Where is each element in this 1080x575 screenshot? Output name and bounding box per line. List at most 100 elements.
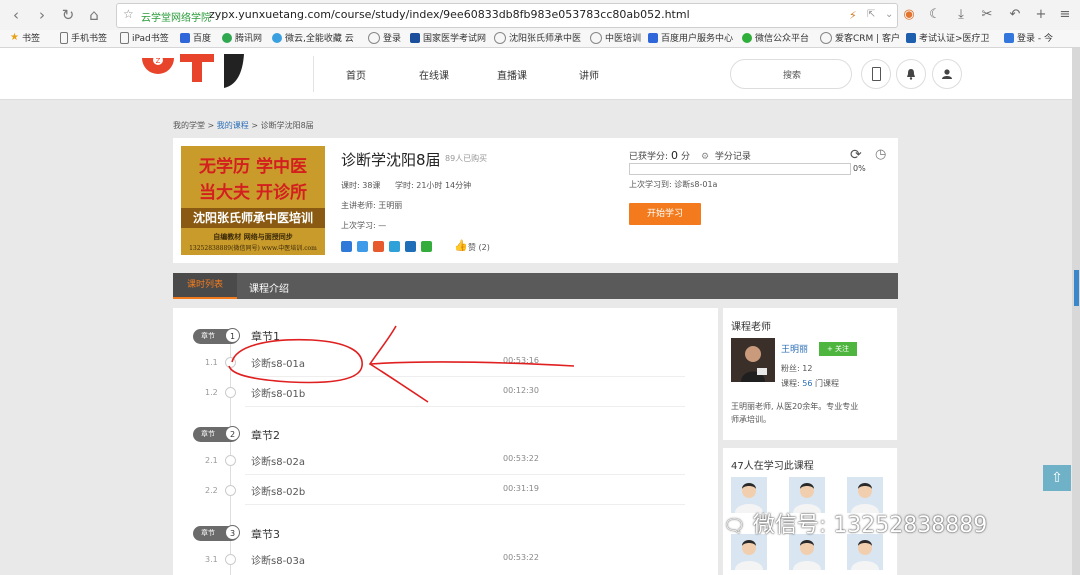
scissors-icon[interactable]: ✂ bbox=[978, 6, 996, 24]
course-cover-image[interactable]: 无学历 学中医 当大夫 开诊所 沈阳张氏师承中医培训 自编教材 网络与面授同步 … bbox=[181, 146, 325, 255]
refresh-icon[interactable]: ⟳ bbox=[850, 147, 862, 163]
menu-icon[interactable]: ≡ bbox=[1056, 6, 1074, 24]
like-count[interactable]: 赞 (2) bbox=[468, 242, 490, 253]
learner-avatar[interactable] bbox=[847, 534, 883, 570]
chapter-title: 章节3 bbox=[251, 528, 280, 541]
bookmark-item[interactable]: 登录 - 今 bbox=[1004, 31, 1053, 44]
teacher-photo[interactable] bbox=[731, 338, 775, 382]
clock-icon[interactable]: ◷ bbox=[875, 147, 886, 162]
dropdown-icon[interactable]: ⌄ bbox=[885, 9, 893, 20]
bookmark-item[interactable]: 百度用户服务中心 bbox=[648, 31, 733, 44]
chapter-number: 2 bbox=[225, 426, 240, 441]
undo-icon[interactable]: ↶ bbox=[1006, 6, 1024, 24]
lightning-icon[interactable]: ⚡ bbox=[849, 9, 857, 22]
lesson-list: 章节 1 章节1 1.1 诊断s8-01a 00:53:16 1.2 诊断s8-… bbox=[173, 308, 718, 575]
teacher-name[interactable]: 王明丽 bbox=[781, 342, 808, 355]
bookmark-item[interactable]: 微云,全能收藏 云 bbox=[272, 31, 354, 44]
user-button[interactable] bbox=[932, 59, 962, 89]
star-icon: ★ bbox=[10, 32, 19, 43]
bookmark-item[interactable]: 中医培训 bbox=[590, 31, 641, 44]
nav-online-course[interactable]: 在线课 bbox=[419, 67, 449, 82]
mobile-icon bbox=[871, 67, 881, 81]
mobile-button[interactable] bbox=[861, 59, 891, 89]
breadcrumb-home[interactable]: 我的学堂 bbox=[173, 121, 205, 130]
bookmark-item[interactable]: 手机书签 bbox=[60, 31, 107, 44]
divider bbox=[245, 376, 685, 377]
site-logo[interactable]: Z bbox=[140, 48, 265, 92]
chapter-number: 3 bbox=[225, 525, 240, 540]
back-to-top-button[interactable]: ⇧ bbox=[1043, 465, 1071, 491]
notification-button[interactable] bbox=[896, 59, 926, 89]
new-tab-icon[interactable]: + bbox=[1032, 6, 1050, 24]
learner-avatar[interactable] bbox=[789, 534, 825, 570]
credit-row: 已获学分: 0 分 ⚙ 学分记录 bbox=[629, 149, 751, 162]
chapter-badge: 章节 2 bbox=[193, 426, 240, 442]
bookmark-star-icon[interactable]: ☆ bbox=[123, 7, 134, 21]
exam-icon bbox=[410, 32, 420, 43]
lesson-duration: 00:53:16 bbox=[503, 356, 539, 365]
lesson-link[interactable]: 诊断s8-02b bbox=[251, 483, 305, 498]
lesson-number: 2.1 bbox=[205, 456, 218, 465]
browser-toolbar: ‹ › ↻ ⌂ ☆ 云学堂网络学院 zypx.yunxuetang.com/co… bbox=[0, 0, 1080, 31]
share-star-icon[interactable] bbox=[357, 241, 368, 252]
credit-record-link[interactable]: 学分记录 bbox=[715, 152, 751, 162]
bookmark-item[interactable]: 沈阳张氏师承中医 bbox=[494, 31, 581, 44]
address-bar[interactable]: ☆ 云学堂网络学院 zypx.yunxuetang.com/course/stu… bbox=[116, 3, 898, 28]
breadcrumb-my-courses[interactable]: 我的课程 bbox=[217, 121, 249, 130]
bookmark-item[interactable]: 登录 bbox=[368, 31, 401, 44]
chapter-badge: 章节 3 bbox=[193, 525, 240, 541]
bookmark-item[interactable]: 国家医学考试网 bbox=[410, 31, 486, 44]
globe-icon bbox=[494, 31, 506, 44]
like-icon[interactable]: 👍 bbox=[454, 239, 468, 252]
bookmark-item[interactable]: 百度 bbox=[180, 31, 211, 44]
credit-value: 0 bbox=[671, 149, 679, 162]
scrollbar-thumb[interactable] bbox=[1074, 270, 1079, 306]
nav-home[interactable]: 首页 bbox=[346, 67, 366, 82]
bookmark-item[interactable]: ★ 书签 bbox=[10, 31, 40, 44]
weiyun-icon bbox=[272, 32, 282, 43]
lesson-status-dot bbox=[225, 485, 236, 496]
share-qzone-icon[interactable] bbox=[341, 241, 352, 252]
site-header: Z 首页 在线课 直播课 讲师 搜索 bbox=[0, 48, 1072, 100]
nav-teachers[interactable]: 讲师 bbox=[579, 67, 599, 82]
wechat-icon: 🗨 bbox=[723, 516, 746, 537]
lesson-link[interactable]: 诊断s8-02a bbox=[251, 453, 305, 468]
teacher-panel: 课程老师 王明丽 + 关注 粉丝: 12 课程: 56 门课程 王明丽老师, 从… bbox=[723, 308, 897, 440]
bookmark-item[interactable]: iPad书签 bbox=[120, 31, 169, 44]
share-weibo-icon[interactable] bbox=[373, 241, 384, 252]
share-wechat-icon[interactable] bbox=[421, 241, 432, 252]
bookmark-item[interactable]: 腾讯网 bbox=[222, 31, 262, 44]
lesson-link[interactable]: 诊断s8-01a bbox=[251, 355, 305, 370]
share-icon[interactable]: ⇱ bbox=[867, 9, 875, 20]
bookmark-item[interactable]: 微信公众平台 bbox=[742, 31, 809, 44]
share-renren-icon[interactable] bbox=[405, 241, 416, 252]
game-icon[interactable]: ◉ bbox=[900, 6, 918, 24]
moon-icon[interactable]: ☾ bbox=[926, 6, 944, 24]
course-card: 无学历 学中医 当大夫 开诊所 沈阳张氏师承中医培训 自编教材 网络与面授同步 … bbox=[173, 138, 898, 263]
nav-live-course[interactable]: 直播课 bbox=[497, 67, 527, 82]
learner-avatar[interactable] bbox=[731, 534, 767, 570]
lesson-link[interactable]: 诊断s8-01b bbox=[251, 385, 305, 400]
download-icon[interactable]: ⤓ bbox=[952, 6, 970, 24]
back-icon[interactable]: ‹ bbox=[6, 5, 26, 25]
scrollbar[interactable] bbox=[1072, 48, 1080, 575]
globe-icon bbox=[590, 31, 602, 44]
tab-lesson-list[interactable]: 课时列表 bbox=[173, 273, 237, 299]
bookmark-item[interactable]: 考试认证>医疗卫 bbox=[906, 31, 990, 44]
lesson-status-dot bbox=[225, 387, 236, 398]
share-qq-icon[interactable] bbox=[389, 241, 400, 252]
reload-icon[interactable]: ↻ bbox=[58, 5, 78, 25]
search-placeholder: 搜索 bbox=[783, 71, 802, 81]
tab-course-intro[interactable]: 课程介绍 bbox=[249, 280, 289, 295]
breadcrumb-current: 诊断学沈阳8届 bbox=[260, 121, 314, 130]
bookmark-item[interactable]: 爱客CRM | 客户 bbox=[820, 31, 900, 44]
follow-button[interactable]: + 关注 bbox=[819, 342, 857, 356]
start-learning-button[interactable]: 开始学习 bbox=[629, 203, 701, 225]
home-icon[interactable]: ⌂ bbox=[84, 5, 104, 25]
baidu-icon bbox=[648, 32, 658, 43]
teacher-course-count: 课程: 56 门课程 bbox=[781, 379, 839, 388]
lesson-link[interactable]: 诊断s8-03a bbox=[251, 552, 305, 567]
forward-icon[interactable]: › bbox=[32, 5, 52, 25]
lesson-duration: 00:53:22 bbox=[503, 553, 539, 562]
search-input[interactable]: 搜索 bbox=[730, 59, 852, 89]
